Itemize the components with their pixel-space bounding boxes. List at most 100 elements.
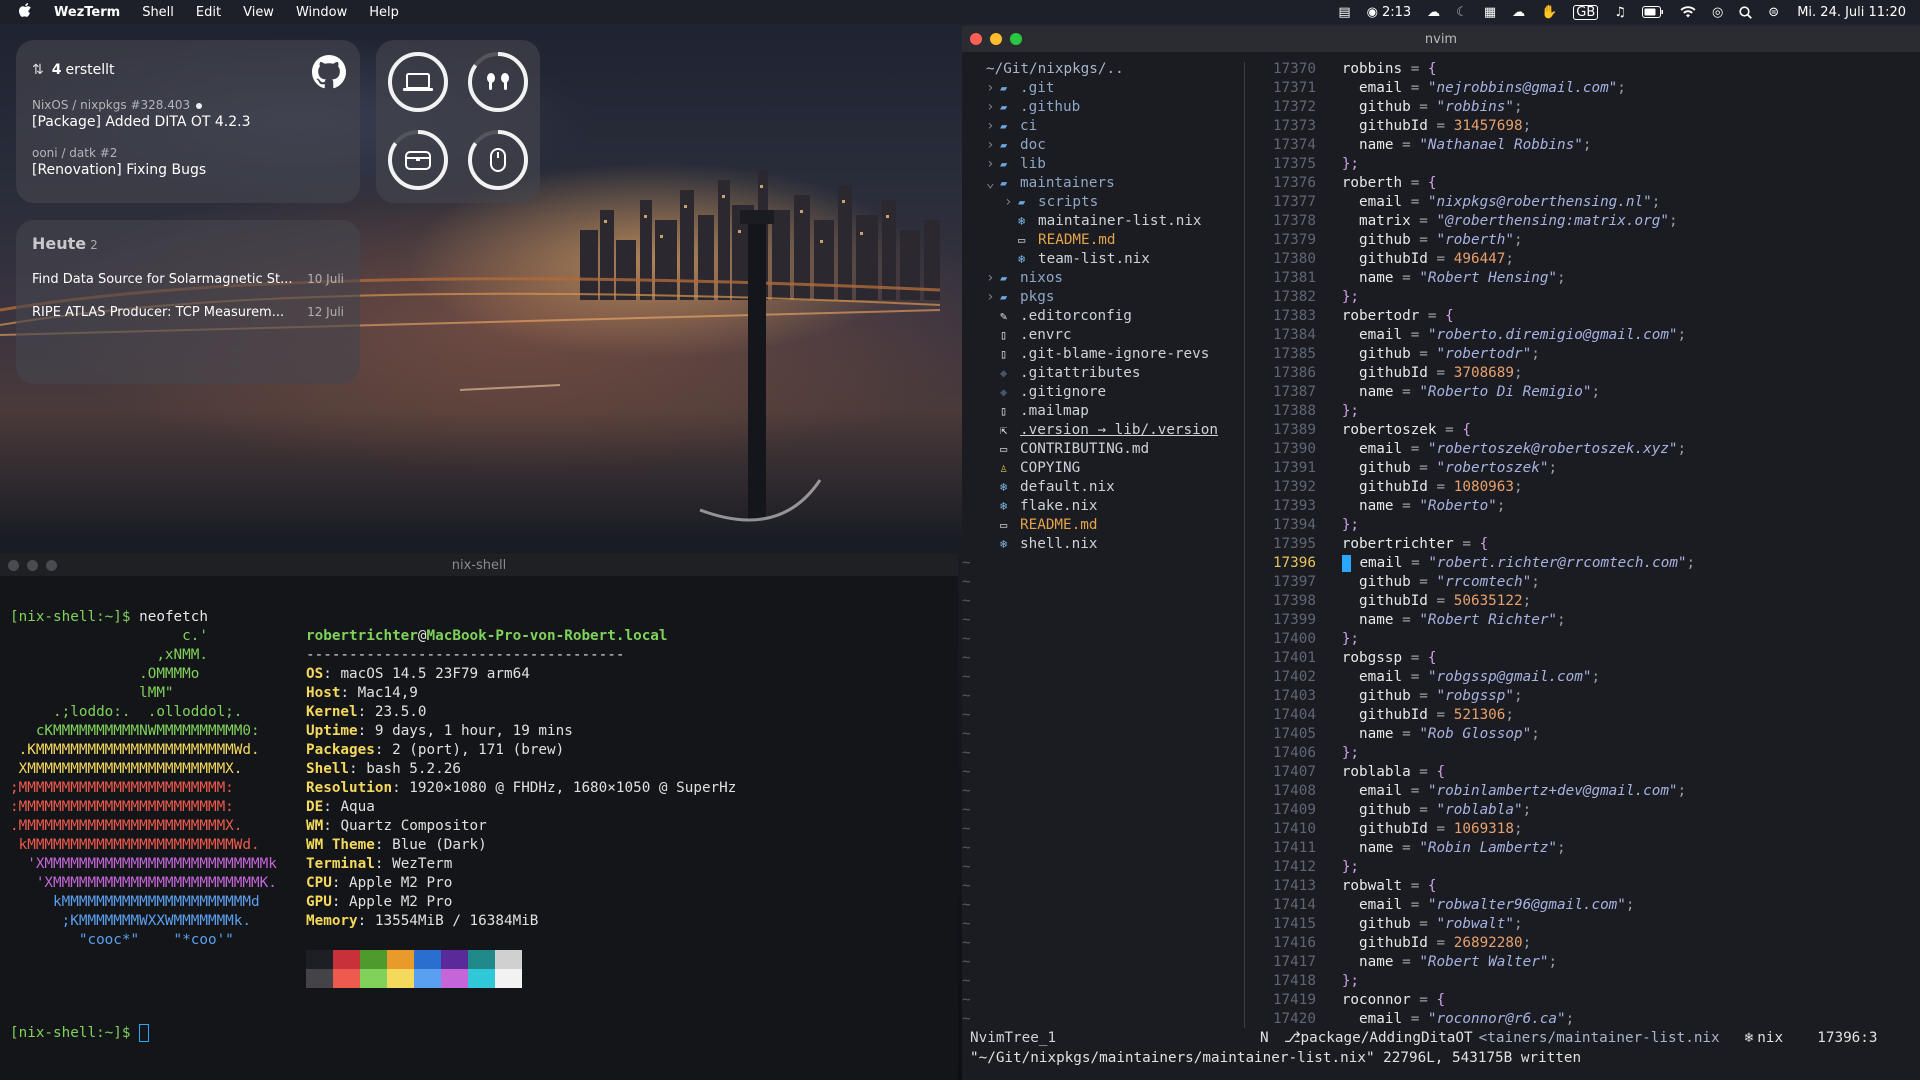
- battery-widget[interactable]: [376, 40, 540, 203]
- code-line[interactable]: 17415 github = "robwalt";: [1244, 915, 1695, 934]
- code-line[interactable]: 17398 githubId = 50635122;: [1244, 592, 1695, 611]
- file-tree-item[interactable]: › ▰ .git: [986, 79, 1218, 98]
- chevron-right-icon[interactable]: ›: [986, 288, 1000, 307]
- code-line[interactable]: 17394 };: [1244, 516, 1695, 535]
- menu-window[interactable]: Window: [296, 5, 347, 20]
- file-tree-item[interactable]: ◆ .gitattributes: [986, 364, 1218, 383]
- airpods-icon[interactable]: ♫: [1614, 5, 1626, 20]
- nix-shell-titlebar[interactable]: nix-shell: [0, 554, 958, 576]
- file-tree-item[interactable]: ▭ CONTRIBUTING.md: [986, 440, 1218, 459]
- code-line[interactable]: 17372 github = "robbins";: [1244, 98, 1695, 117]
- file-tree-item[interactable]: › ▰ scripts: [986, 193, 1218, 212]
- nix-shell-window[interactable]: nix-shell [nix-shell:~]$ neofetch c.' ,x…: [0, 554, 958, 1080]
- code-line[interactable]: 17407 roblabla = {: [1244, 763, 1695, 782]
- file-tree-item[interactable]: ❄ flake.nix: [986, 497, 1218, 516]
- menu-shell[interactable]: Shell: [142, 5, 174, 20]
- github-widget[interactable]: ⇅ 4 erstellt NixOS / nixpkgs #328.403 [P…: [16, 40, 360, 203]
- file-tree-item[interactable]: ▯ .mailmap: [986, 402, 1218, 421]
- code-line[interactable]: 17409 github = "roblabla";: [1244, 801, 1695, 820]
- code-line[interactable]: 17371 email = "nejrobbins@gmail.com";: [1244, 79, 1695, 98]
- terminal-input-line[interactable]: [nix-shell:~]$: [10, 1024, 150, 1043]
- code-line[interactable]: 17396 email = "robert.richter@rrcomtech.…: [1244, 554, 1695, 573]
- code-line[interactable]: 17380 githubId = 496447;: [1244, 250, 1695, 269]
- reminder-item[interactable]: Find Data Source for Solarmagnetic St...…: [32, 272, 344, 287]
- focus-icon[interactable]: ☾: [1456, 5, 1468, 20]
- chevron-right-icon[interactable]: ›: [986, 155, 1000, 174]
- code-line[interactable]: 17384 email = "roberto.diremigio@gmail.c…: [1244, 326, 1695, 345]
- file-tree-item[interactable]: ▭ README.md: [986, 231, 1218, 250]
- file-tree-item[interactable]: ▯ .git-blame-ignore-revs: [986, 345, 1218, 364]
- code-line[interactable]: 17382 };: [1244, 288, 1695, 307]
- file-tree-item[interactable]: ❄ shell.nix: [986, 535, 1218, 554]
- code-line[interactable]: 17389 robertoszek = {: [1244, 421, 1695, 440]
- code-line[interactable]: 17406 };: [1244, 744, 1695, 763]
- timer-status[interactable]: ◉ 2:13: [1367, 5, 1412, 20]
- file-tree-item[interactable]: › ▰ .github: [986, 98, 1218, 117]
- chevron-right-icon[interactable]: ›: [986, 98, 1000, 117]
- chevron-down-icon[interactable]: ⌄: [986, 174, 1000, 193]
- search-icon[interactable]: [1739, 5, 1753, 19]
- code-line[interactable]: 17399 name = "Robert Richter";: [1244, 611, 1695, 630]
- code-line[interactable]: 17375 };: [1244, 155, 1695, 174]
- code-line[interactable]: 17390 email = "robertoszek@robertoszek.x…: [1244, 440, 1695, 459]
- code-line[interactable]: 17383 robertodr = {: [1244, 307, 1695, 326]
- code-line[interactable]: 17376 roberth = {: [1244, 174, 1695, 193]
- reminders-widget[interactable]: Heute 2 Find Data Source for Solarmagneti…: [16, 220, 360, 384]
- file-tree-item[interactable]: ❄ team-list.nix: [986, 250, 1218, 269]
- code-line[interactable]: 17408 email = "robinlambertz+dev@gmail.c…: [1244, 782, 1695, 801]
- terminal-command-line[interactable]: [nix-shell:~]$ neofetch: [10, 608, 208, 627]
- code-line[interactable]: 17395 robertrichter = {: [1244, 535, 1695, 554]
- code-line[interactable]: 17393 name = "Roberto";: [1244, 497, 1695, 516]
- nvim-window[interactable]: nvim ~/Git/nixpkgs/.. › ▰ .git › ▰ .github › ▰ c…: [962, 26, 1920, 1080]
- weather-icon[interactable]: ☁: [1427, 5, 1440, 20]
- github-item[interactable]: ooni / datk #2 [Renovation] Fixing Bugs: [32, 146, 206, 178]
- code-line[interactable]: 17416 githubId = 26892280;: [1244, 934, 1695, 953]
- file-tree-item[interactable]: › ▰ pkgs: [986, 288, 1218, 307]
- battery-icon[interactable]: [1641, 6, 1664, 18]
- code-line[interactable]: 17405 name = "Rob Glossop";: [1244, 725, 1695, 744]
- file-tree-item[interactable]: › ▰ nixos: [986, 269, 1218, 288]
- code-line[interactable]: 17412 };: [1244, 858, 1695, 877]
- code-line[interactable]: 17411 name = "Robin Lambertz";: [1244, 839, 1695, 858]
- layout-icon[interactable]: ▦: [1484, 5, 1496, 20]
- file-tree-item[interactable]: ❄ maintainer-list.nix: [986, 212, 1218, 231]
- file-tree-item[interactable]: ⇱ .version → lib/.version: [986, 421, 1218, 440]
- app-menu[interactable]: WezTerm: [54, 5, 120, 20]
- file-tree-item[interactable]: › ▰ lib: [986, 155, 1218, 174]
- code-line[interactable]: 17414 email = "robwalter96@gmail.com";: [1244, 896, 1695, 915]
- clock[interactable]: Mi. 24. Juli 11:20: [1797, 5, 1906, 20]
- chevron-right-icon[interactable]: ›: [986, 136, 1000, 155]
- chevron-right-icon[interactable]: ›: [986, 79, 1000, 98]
- code-line[interactable]: 17417 name = "Robert Walter";: [1244, 953, 1695, 972]
- reminder-item[interactable]: RIPE ATLAS Producer: TCP Measurem... 12 …: [32, 305, 344, 320]
- code-line[interactable]: 17418 };: [1244, 972, 1695, 991]
- code-line[interactable]: 17400 };: [1244, 630, 1695, 649]
- code-line[interactable]: 17385 github = "robertodr";: [1244, 345, 1695, 364]
- code-line[interactable]: 17387 name = "Roberto Di Remigio";: [1244, 383, 1695, 402]
- user-icon[interactable]: ◎: [1712, 5, 1723, 20]
- file-tree-item[interactable]: ◆ .gitignore: [986, 383, 1218, 402]
- file-tree-item[interactable]: ✎ .editorconfig: [986, 307, 1218, 326]
- nvim-titlebar[interactable]: nvim: [962, 26, 1920, 52]
- code-line[interactable]: 17397 github = "rrcomtech";: [1244, 573, 1695, 592]
- file-tree-item[interactable]: ♙ COPYING: [986, 459, 1218, 478]
- menu-help[interactable]: Help: [369, 5, 399, 20]
- code-line[interactable]: 17402 email = "robgssp@gmail.com";: [1244, 668, 1695, 687]
- wifi-icon[interactable]: [1680, 6, 1696, 18]
- code-line[interactable]: 17370 robbins = {: [1244, 60, 1695, 79]
- menu-view[interactable]: View: [243, 5, 274, 20]
- code-line[interactable]: 17388 };: [1244, 402, 1695, 421]
- code-line[interactable]: 17413 robwalt = {: [1244, 877, 1695, 896]
- code-line[interactable]: 17404 githubId = 521306;: [1244, 706, 1695, 725]
- file-tree-item[interactable]: › ▰ ci: [986, 117, 1218, 136]
- code-editor[interactable]: 17370 robbins = {17371 email = "nejrobbi…: [1244, 60, 1695, 1029]
- notes-icon[interactable]: ▤: [1338, 5, 1350, 20]
- code-line[interactable]: 17403 github = "robgssp";: [1244, 687, 1695, 706]
- file-tree[interactable]: ~/Git/nixpkgs/.. › ▰ .git › ▰ .github › ▰ ci › ▰ do…: [962, 60, 1218, 1029]
- code-line[interactable]: 17381 name = "Robert Hensing";: [1244, 269, 1695, 288]
- code-line[interactable]: 17373 githubId = 31457698;: [1244, 117, 1695, 136]
- code-line[interactable]: 17377 email = "nixpkgs@roberthensing.nl"…: [1244, 193, 1695, 212]
- code-line[interactable]: 17378 matrix = "@roberthensing:matrix.or…: [1244, 212, 1695, 231]
- file-tree-item[interactable]: › ▰ doc: [986, 136, 1218, 155]
- code-line[interactable]: 17391 github = "robertoszek";: [1244, 459, 1695, 478]
